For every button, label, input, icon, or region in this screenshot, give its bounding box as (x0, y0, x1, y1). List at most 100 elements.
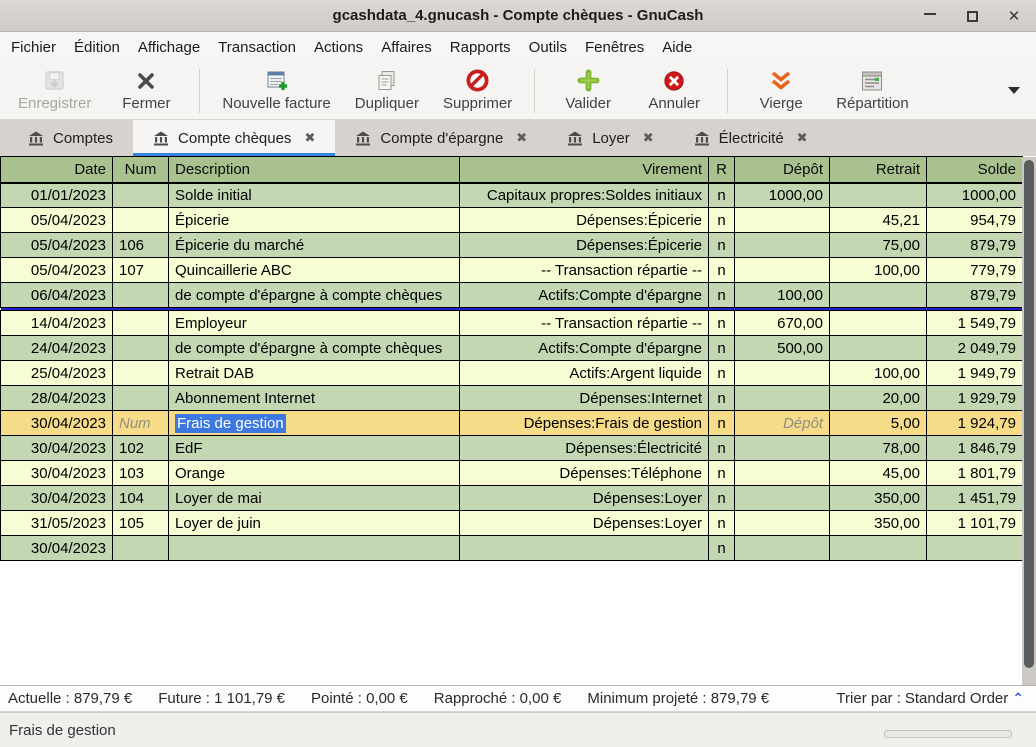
cell-description[interactable]: de compte d'épargne à compte chèques (169, 283, 460, 308)
cell-depot[interactable]: 100,00 (735, 283, 830, 308)
cell-solde[interactable]: 1 846,79 (927, 436, 1023, 461)
cell-num[interactable] (113, 208, 169, 233)
cell-virement[interactable]: Dépenses:Téléphone (460, 461, 709, 486)
cell-reconcile[interactable]: n (709, 183, 735, 208)
cell-depot[interactable]: 670,00 (735, 311, 830, 336)
tab-close-icon[interactable]: ✖ (304, 130, 315, 146)
tab-compte-che-ques[interactable]: Compte chèques✖ (133, 120, 335, 156)
cell-retrait[interactable]: 20,00 (830, 386, 927, 411)
cell-retrait[interactable]: 75,00 (830, 233, 927, 258)
cell-depot[interactable]: 1000,00 (735, 183, 830, 208)
cell-description[interactable]: Loyer de juin (169, 511, 460, 536)
cell-depot[interactable] (735, 361, 830, 386)
cell-retrait[interactable]: 78,00 (830, 436, 927, 461)
cell-virement[interactable]: Capitaux propres:Soldes initiaux (460, 183, 709, 208)
tab-compte-d-e-pargne[interactable]: Compte d'épargne✖ (335, 120, 547, 156)
cell-date[interactable]: 24/04/2023 (1, 336, 113, 361)
cell-virement[interactable] (460, 536, 709, 561)
cell-reconcile[interactable]: n (709, 511, 735, 536)
cell-date[interactable]: 01/01/2023 (1, 183, 113, 208)
cell-reconcile[interactable]: n (709, 361, 735, 386)
cell-description[interactable]: Solde initial (169, 183, 460, 208)
cell-retrait[interactable]: 45,21 (830, 208, 927, 233)
cell-retrait[interactable]: 350,00 (830, 511, 927, 536)
column-header-depot[interactable]: Dépôt (735, 157, 830, 183)
tab-close-icon[interactable]: ✖ (643, 130, 654, 146)
cell-retrait[interactable] (830, 311, 927, 336)
cell-virement[interactable]: Dépenses:Internet (460, 386, 709, 411)
column-header-retrait[interactable]: Retrait (830, 157, 927, 183)
menu-item-fichier[interactable]: Fichier (2, 34, 65, 61)
cell-virement[interactable]: Actifs:Compte d'épargne (460, 283, 709, 308)
cell-solde[interactable]: 1000,00 (927, 183, 1023, 208)
cell-reconcile[interactable]: n (709, 436, 735, 461)
toolbar-button-re-partition[interactable]: Répartition (824, 65, 921, 117)
column-header-num[interactable]: Num (113, 157, 169, 183)
cell-depot[interactable] (735, 208, 830, 233)
cell-num[interactable]: 102 (113, 436, 169, 461)
cell-date[interactable]: 30/04/2023 (1, 536, 113, 561)
toolbar-button-fermer[interactable]: Fermer (103, 65, 189, 117)
toolbar-button-vierge[interactable]: Vierge (738, 65, 824, 117)
tab-e-lectricite-[interactable]: Électricité✖ (674, 120, 828, 156)
cell-reconcile[interactable]: n (709, 386, 735, 411)
cell-reconcile[interactable]: n (709, 461, 735, 486)
menu-item-outils[interactable]: Outils (520, 34, 576, 61)
menu-item-affaires[interactable]: Affaires (372, 34, 441, 61)
cell-description[interactable]: Quincaillerie ABC (169, 258, 460, 283)
cell-virement[interactable]: Dépenses:Frais de gestion (460, 411, 709, 436)
cell-virement[interactable]: Dépenses:Épicerie (460, 233, 709, 258)
cell-date[interactable]: 05/04/2023 (1, 208, 113, 233)
column-header-date[interactable]: Date (1, 157, 113, 183)
cell-date[interactable]: 28/04/2023 (1, 386, 113, 411)
cell-retrait[interactable]: 5,00 (830, 411, 927, 436)
cell-depot[interactable] (735, 436, 830, 461)
cell-date[interactable]: 30/04/2023 (1, 436, 113, 461)
cell-reconcile[interactable]: n (709, 258, 735, 283)
cell-retrait[interactable]: 45,00 (830, 461, 927, 486)
cell-retrait[interactable] (830, 283, 927, 308)
cell-num[interactable] (113, 183, 169, 208)
menu-item-aide[interactable]: Aide (653, 34, 701, 61)
cell-num[interactable]: 104 (113, 486, 169, 511)
cell-date[interactable]: 25/04/2023 (1, 361, 113, 386)
cell-description[interactable]: Frais de gestion (169, 411, 460, 436)
cell-solde[interactable]: 779,79 (927, 258, 1023, 283)
cell-num[interactable]: Num (113, 411, 169, 436)
cell-solde[interactable]: 1 549,79 (927, 311, 1023, 336)
cell-date[interactable]: 30/04/2023 (1, 486, 113, 511)
cell-virement[interactable]: Actifs:Compte d'épargne (460, 336, 709, 361)
cell-description[interactable]: Épicerie (169, 208, 460, 233)
cell-virement[interactable]: Dépenses:Électricité (460, 436, 709, 461)
cell-solde[interactable]: 1 929,79 (927, 386, 1023, 411)
tab-loyer[interactable]: Loyer✖ (547, 120, 673, 156)
cell-num[interactable]: 103 (113, 461, 169, 486)
toolbar-button-nouvelle-facture[interactable]: Nouvelle facture (210, 65, 342, 117)
cell-reconcile[interactable]: n (709, 233, 735, 258)
toolbar-button-supprimer[interactable]: Supprimer (431, 65, 524, 117)
toolbar-button-annuler[interactable]: Annuler (631, 65, 717, 117)
menu-item-rapports[interactable]: Rapports (441, 34, 520, 61)
cell-virement[interactable]: -- Transaction répartie -- (460, 258, 709, 283)
cell-num[interactable] (113, 386, 169, 411)
cell-solde[interactable]: 1 101,79 (927, 511, 1023, 536)
cell-depot[interactable] (735, 511, 830, 536)
cell-depot[interactable]: 500,00 (735, 336, 830, 361)
vertical-scrollbar[interactable] (1022, 157, 1036, 685)
cell-solde[interactable]: 879,79 (927, 233, 1023, 258)
menu-item-affichage[interactable]: Affichage (129, 34, 209, 61)
cell-date[interactable]: 06/04/2023 (1, 283, 113, 308)
cell-description[interactable]: Retrait DAB (169, 361, 460, 386)
cell-reconcile[interactable]: n (709, 311, 735, 336)
cell-date[interactable]: 30/04/2023 (1, 461, 113, 486)
cell-date[interactable]: 31/05/2023 (1, 511, 113, 536)
cell-solde[interactable]: 879,79 (927, 283, 1023, 308)
cell-description[interactable]: de compte d'épargne à compte chèques (169, 336, 460, 361)
tab-close-icon[interactable]: ✖ (516, 130, 527, 146)
menu-item-actions[interactable]: Actions (305, 34, 372, 61)
cell-solde[interactable]: 1 801,79 (927, 461, 1023, 486)
cell-retrait[interactable]: 100,00 (830, 258, 927, 283)
cell-num[interactable] (113, 361, 169, 386)
cell-num[interactable] (113, 336, 169, 361)
cell-solde[interactable]: 1 451,79 (927, 486, 1023, 511)
